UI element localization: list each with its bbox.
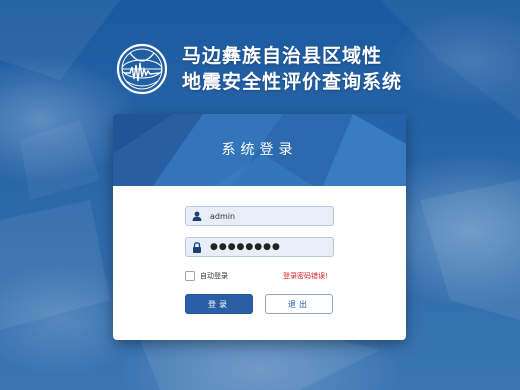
username-input[interactable] xyxy=(208,207,328,225)
exit-button[interactable]: 退出 xyxy=(265,294,333,314)
lock-icon xyxy=(186,238,208,256)
password-field[interactable] xyxy=(185,237,334,257)
password-input[interactable] xyxy=(208,238,328,256)
system-title-line-2: 地震安全性评价查询系统 xyxy=(182,71,403,93)
auto-login-option[interactable]: 自动登录 xyxy=(185,270,228,282)
login-title: 系统登录 xyxy=(221,142,298,158)
user-icon xyxy=(186,207,208,225)
seismograph-globe-icon xyxy=(116,43,168,95)
login-panel: 系统登录 自动登录 登录密码错误! 登录 退出 xyxy=(113,114,406,340)
login-panel-header: 系统登录 xyxy=(113,114,406,186)
login-button[interactable]: 登录 xyxy=(185,294,253,314)
auto-login-checkbox[interactable] xyxy=(185,271,195,281)
username-field[interactable] xyxy=(185,206,334,226)
error-message: 登录密码错误! xyxy=(283,272,328,280)
system-title-line-1: 马边彝族自治县区域性 xyxy=(182,45,383,67)
brand-header: 马边彝族自治县区域性 地震安全性评价查询系统 xyxy=(116,38,402,100)
auto-login-label: 自动登录 xyxy=(200,272,228,280)
